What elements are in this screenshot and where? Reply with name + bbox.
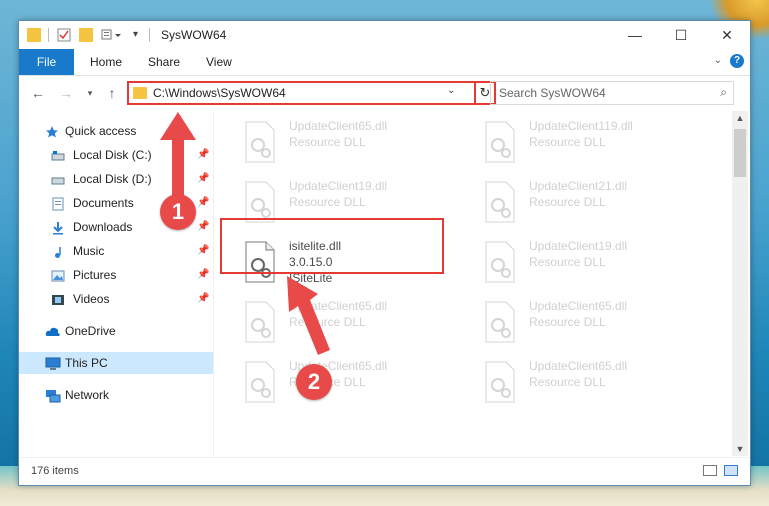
arrow-up-annotation <box>160 112 196 200</box>
step-1-badge: 1 <box>160 194 196 230</box>
arrow-diagonal-annotation <box>287 276 330 355</box>
step-2-badge: 2 <box>296 364 332 400</box>
annotation-arrows <box>160 112 330 355</box>
